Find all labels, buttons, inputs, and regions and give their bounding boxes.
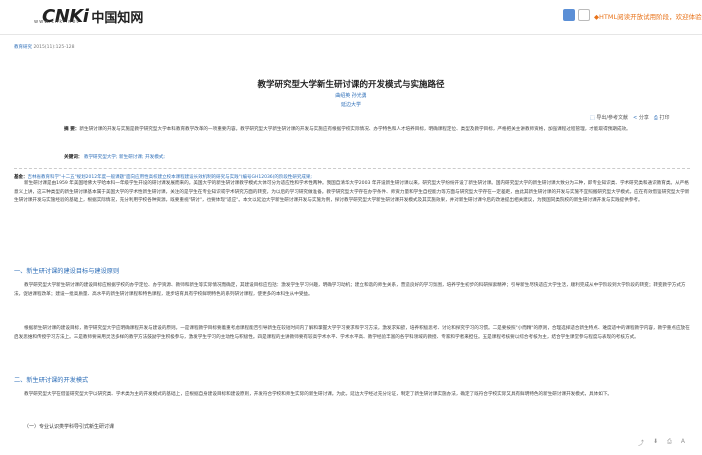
keyword-links[interactable]: 教学研究型大学; 新生研讨课; 开发模式; bbox=[84, 155, 165, 160]
top-bar: CNKi 中国知网 www.cnki.net ◆HTML阅读开放试用阶段，欢迎体… bbox=[0, 0, 702, 35]
article-tools: ⬚ 导出/参考文献 < 分享 ⎙ 打印 bbox=[590, 114, 669, 121]
logo-subtitle: www.cnki.net bbox=[34, 19, 80, 25]
keywords: 关键词： 教学研究型大学; 新生研讨课; 开发模式; bbox=[64, 154, 165, 160]
logo-chinese: 中国知网 bbox=[91, 11, 144, 26]
doc-view-icon[interactable] bbox=[578, 9, 590, 21]
abstract-label: 摘 要： bbox=[64, 127, 80, 132]
export-tool[interactable]: ⬚ 导出/参考文献 bbox=[590, 114, 628, 121]
print-icon: ⎙ bbox=[653, 115, 658, 121]
breadcrumb: 教育研究 2015(11):125-128 bbox=[14, 44, 74, 50]
body-paragraph-1: 新生研讨课是由1959 年美国哈佛大学哈本科一年级学生开设的研讨课发展而来的。美… bbox=[14, 181, 690, 204]
article-organization[interactable]: 延边大学 bbox=[0, 101, 702, 108]
article-title: 教学研究型大学新生研讨课的开发模式与实施路径 bbox=[257, 80, 445, 90]
share-tool[interactable]: < 分享 bbox=[633, 114, 649, 121]
share-icon[interactable]: ⤴ bbox=[638, 438, 644, 447]
print-icon[interactable]: ⎙ bbox=[667, 438, 672, 447]
keywords-label: 关键词： bbox=[64, 155, 83, 160]
body-paragraph-2: 教学研究型大学新生研讨课的建设目标应根据学校的办学定位、办学资源、教师和新生等实… bbox=[14, 283, 686, 297]
export-icon: ⬚ bbox=[590, 115, 595, 121]
fund-info: 基金：吉林省教育科学"十二五"规划2012年度一般课题"面向应用性高校建立校本课… bbox=[14, 168, 690, 180]
share-icon: < bbox=[633, 115, 638, 121]
font-icon[interactable]: A bbox=[681, 438, 685, 447]
bottom-toolbar: ⤴ ⬇ ⎙ A bbox=[638, 438, 685, 447]
body-paragraph-3: 根据新生研讨课的建设目标，教学研究型大学应明确课程开发与建设的原则。一是课程教学… bbox=[14, 326, 690, 340]
html-reading-link[interactable]: ◆HTML阅读开放试用阶段，欢迎体验！ bbox=[594, 11, 702, 21]
abstract-text: 新生研讨课的开发与实施是教学研究型大学本科教育教学改革的一项重要内容。教学研究型… bbox=[79, 127, 631, 132]
subsection-heading: （一）专业认识类学科导引式新生研讨课 bbox=[24, 424, 115, 430]
body-paragraph-4: 教学研究型大学在借鉴研究型大学以研究类、学术类为主的开发模式的基础上，应根据自身… bbox=[24, 392, 613, 397]
download-icon[interactable]: ⬇ bbox=[653, 438, 658, 447]
section-heading-2: 二、新生研讨课的开发模式 bbox=[14, 377, 89, 384]
article-authors[interactable]: 曲绍英 孙光勇 bbox=[0, 92, 702, 99]
abstract: 摘 要：新生研讨课的开发与实施是教学研究型大学本科教育教学改革的一项重要内容。教… bbox=[14, 126, 690, 134]
print-tool[interactable]: ⎙ 打印 bbox=[654, 114, 670, 121]
list-view-icon[interactable] bbox=[563, 9, 575, 21]
issue-info: 2015(11):125-128 bbox=[33, 45, 75, 50]
journal-link[interactable]: 教育研究 bbox=[14, 45, 32, 50]
section-heading-1: 一、新生研讨课的建设目标与建设原则 bbox=[14, 268, 120, 275]
